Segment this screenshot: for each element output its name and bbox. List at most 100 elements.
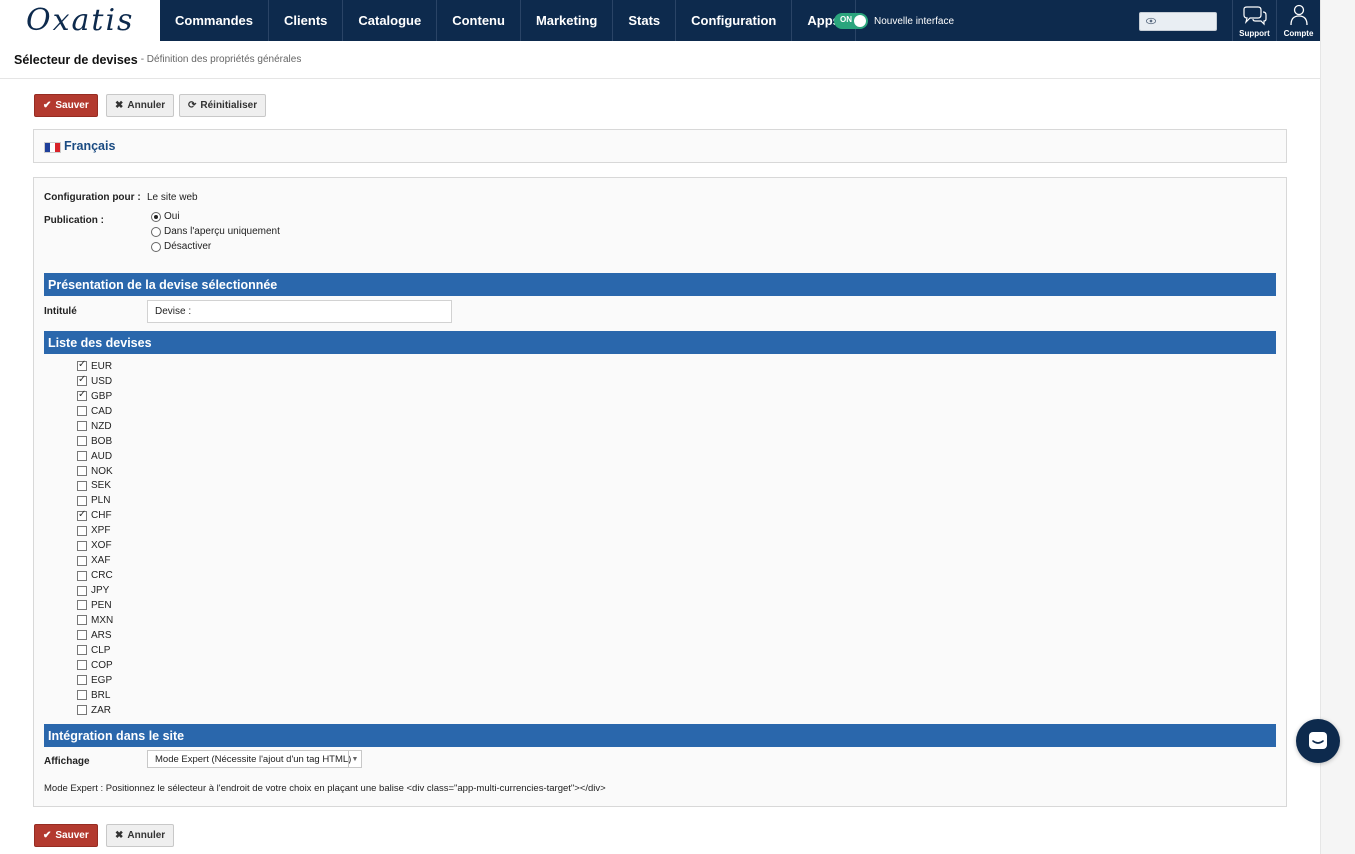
currency-code: ARS [91, 629, 112, 641]
currency-item-clp[interactable]: CLP [77, 643, 113, 658]
nav-commandes[interactable]: Commandes [160, 0, 270, 41]
currency-item-cop[interactable]: COP [77, 658, 113, 673]
intitule-input[interactable]: Devise : [147, 300, 452, 323]
publication-option-preview[interactable]: Dans l'aperçu uniquement [151, 226, 280, 237]
currency-item-xpf[interactable]: XPF [77, 523, 113, 538]
currency-item-mxn[interactable]: MXN [77, 613, 113, 628]
currency-item-bob[interactable]: BOB [77, 434, 113, 449]
currency-checkbox[interactable] [77, 359, 87, 372]
support-button[interactable]: Support [1232, 0, 1276, 41]
currency-item-gbp[interactable]: GBP [77, 389, 113, 404]
save-button-top[interactable]: ✔ Sauver [34, 94, 98, 117]
currency-checkbox[interactable] [77, 540, 87, 551]
chat-bubbles-icon [1242, 6, 1267, 26]
close-icon: ✖ [115, 100, 124, 111]
currency-code: PEN [91, 599, 112, 611]
page-subtitle: - Définition des propriétés générales [140, 54, 302, 65]
currency-checkbox[interactable] [77, 374, 87, 387]
currency-item-aud[interactable]: AUD [77, 449, 113, 464]
cancel-button-bottom[interactable]: ✖ Annuler [106, 824, 175, 847]
currency-checkbox[interactable] [77, 555, 87, 566]
currency-checkbox[interactable] [77, 615, 87, 626]
currency-item-pen[interactable]: PEN [77, 598, 113, 613]
reset-label: Réinitialiser [200, 100, 258, 111]
currency-code: BOB [91, 435, 113, 447]
currency-checkbox[interactable] [77, 645, 87, 656]
currency-checkbox[interactable] [77, 436, 87, 447]
publication-option-disable[interactable]: Désactiver [151, 241, 211, 252]
preview-input[interactable] [1139, 12, 1217, 31]
currency-item-xof[interactable]: XOF [77, 538, 113, 553]
currency-checkbox[interactable] [77, 570, 87, 581]
currency-item-zar[interactable]: ZAR [77, 703, 113, 718]
currency-checkbox[interactable] [77, 705, 87, 716]
cancel-button-top[interactable]: ✖ Annuler [106, 94, 175, 117]
new-interface-toggle[interactable]: ON [834, 13, 868, 29]
currency-code: MXN [91, 614, 114, 626]
currency-code: GBP [91, 390, 113, 402]
currency-item-crc[interactable]: CRC [77, 568, 113, 583]
display-label: Affichage [44, 756, 90, 767]
main-nav: Commandes Clients Catalogue Contenu Mark… [160, 0, 856, 41]
currency-list: EUR USD GBP CAD NZD BOB AUD NOK SEK PLN CHF XPF XOF X… [77, 359, 113, 718]
currency-item-ars[interactable]: ARS [77, 628, 113, 643]
currency-item-jpy[interactable]: JPY [77, 583, 113, 598]
logo[interactable]: Oxatis [0, 0, 160, 41]
nav-contenu[interactable]: Contenu [437, 0, 521, 41]
currency-checkbox[interactable] [77, 451, 87, 462]
currency-item-cad[interactable]: CAD [77, 404, 113, 419]
currency-checkbox[interactable] [77, 406, 87, 417]
currency-item-nok[interactable]: NOK [77, 464, 113, 479]
account-button[interactable]: Compte [1276, 0, 1320, 41]
currency-checkbox[interactable] [77, 480, 87, 491]
cancel-label: Annuler [127, 100, 166, 111]
chat-widget-button[interactable] [1296, 719, 1340, 763]
currency-checkbox[interactable] [77, 585, 87, 596]
cancel-label: Annuler [127, 830, 166, 841]
nav-catalogue[interactable]: Catalogue [343, 0, 438, 41]
currency-code: CHF [91, 510, 112, 522]
page-title: Sélecteur de devises [14, 52, 138, 67]
currency-item-xaf[interactable]: XAF [77, 553, 113, 568]
currency-item-egp[interactable]: EGP [77, 673, 113, 688]
currency-checkbox[interactable] [77, 509, 87, 521]
nav-clients[interactable]: Clients [269, 0, 344, 41]
currency-checkbox[interactable] [77, 421, 87, 432]
nav-marketing[interactable]: Marketing [521, 0, 614, 41]
chevron-down-icon: ▼ [348, 751, 361, 767]
nav-stats[interactable]: Stats [613, 0, 677, 41]
currency-checkbox[interactable] [77, 660, 87, 671]
reset-button[interactable]: ⟳ Réinitialiser [179, 94, 267, 117]
currency-checkbox[interactable] [77, 630, 87, 641]
currency-code: PLN [91, 495, 111, 507]
currency-checkbox[interactable] [77, 600, 87, 611]
currency-code: BRL [91, 689, 111, 701]
currency-code: NOK [91, 465, 113, 477]
currency-item-eur[interactable]: EUR [77, 359, 113, 374]
top-navbar: Oxatis Commandes Clients Catalogue Conte… [0, 0, 1320, 41]
currency-checkbox[interactable] [77, 525, 87, 536]
currency-item-chf[interactable]: CHF [77, 508, 113, 523]
language-tab[interactable]: Français [33, 129, 1287, 163]
currency-item-sek[interactable]: SEK [77, 479, 113, 494]
nav-configuration[interactable]: Configuration [676, 0, 793, 41]
publication-option-oui[interactable]: Oui [151, 211, 180, 222]
check-icon: ✔ [43, 100, 52, 111]
currency-code: CAD [91, 405, 113, 417]
currency-checkbox[interactable] [77, 690, 87, 701]
currency-code: USD [91, 375, 113, 387]
currency-checkbox[interactable] [77, 675, 87, 686]
currency-item-nzd[interactable]: NZD [77, 419, 113, 434]
currency-checkbox[interactable] [77, 389, 87, 402]
radio-oui[interactable] [151, 211, 161, 222]
display-mode-select[interactable]: Mode Expert (Nécessite l'ajout d'un tag … [147, 750, 362, 768]
radio-disable[interactable] [151, 241, 161, 252]
currency-checkbox[interactable] [77, 495, 87, 506]
radio-preview[interactable] [151, 226, 161, 237]
currency-checkbox[interactable] [77, 466, 87, 477]
save-button-bottom[interactable]: ✔ Sauver [34, 824, 98, 847]
currency-item-pln[interactable]: PLN [77, 493, 113, 508]
currency-item-brl[interactable]: BRL [77, 688, 113, 703]
language-label: Français [64, 139, 116, 153]
currency-item-usd[interactable]: USD [77, 374, 113, 389]
